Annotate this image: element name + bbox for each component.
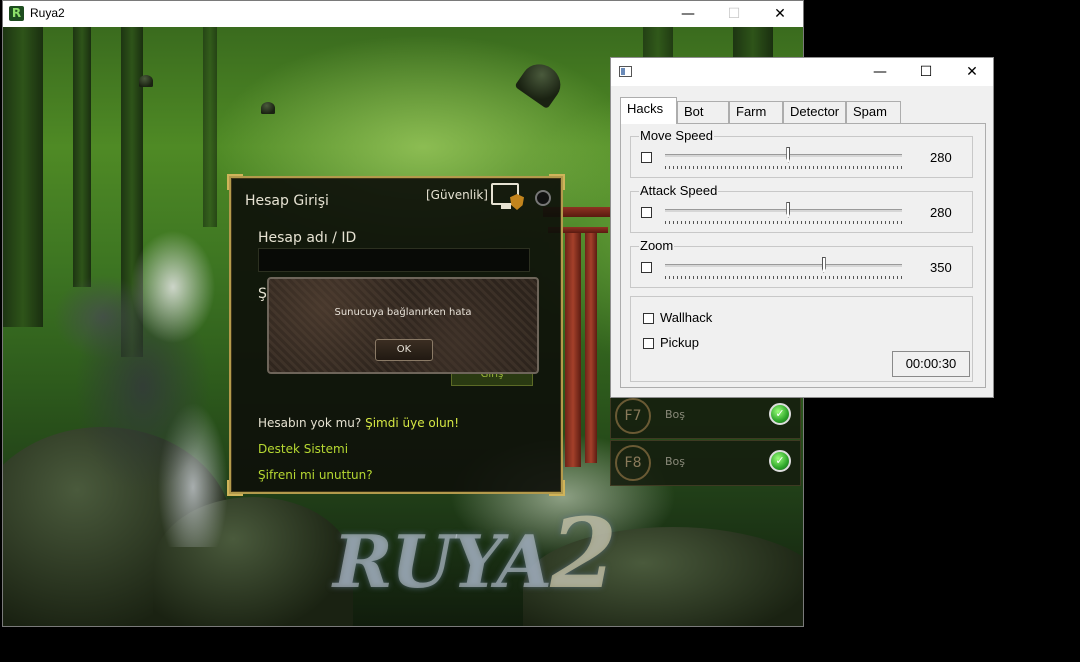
- quick-slot[interactable]: F7 Boş ✓: [610, 393, 801, 439]
- no-account-text: Hesabın yok mu?: [258, 416, 362, 430]
- panel-corner-ornament: [549, 480, 565, 496]
- wallhack-label[interactable]: Wallhack: [660, 310, 712, 325]
- attack-speed-group: Attack Speed 280: [630, 183, 973, 233]
- hacks-panel: Move Speed 280 Attack Speed 280 Zoom 350: [620, 123, 986, 388]
- floating-rock: [514, 56, 568, 110]
- game-titlebar[interactable]: R Ruya2 — ☐ ✕: [3, 1, 803, 27]
- floating-rock: [139, 75, 153, 87]
- attack-speed-slider-track[interactable]: [665, 209, 902, 212]
- move-speed-slider-track[interactable]: [665, 154, 902, 157]
- minimize-button[interactable]: —: [857, 58, 903, 86]
- torii-gate-post: [565, 227, 581, 467]
- panel-corner-ornament: [227, 174, 243, 190]
- attack-speed-slider-thumb[interactable]: [786, 202, 791, 218]
- login-title: Hesap Girişi: [245, 193, 329, 209]
- ruya-app-icon: R: [9, 6, 24, 21]
- security-label[interactable]: [Güvenlik]: [426, 188, 488, 202]
- slider-ticks: [665, 276, 902, 279]
- zoom-slider-thumb[interactable]: [821, 257, 826, 273]
- tab-bot[interactable]: Bot: [677, 101, 729, 123]
- tab-detector[interactable]: Detector: [783, 101, 846, 123]
- tab-hacks[interactable]: Hacks: [620, 97, 677, 124]
- zoom-value: 350: [930, 260, 952, 275]
- security-radio[interactable]: [535, 190, 551, 206]
- slider-ticks: [665, 166, 902, 169]
- zoom-checkbox[interactable]: [641, 262, 652, 273]
- move-speed-slider-thumb[interactable]: [786, 147, 791, 163]
- torii-gate-post: [585, 233, 597, 463]
- slot-key: F7: [615, 398, 651, 434]
- window-app-icon: [619, 66, 632, 77]
- minimize-button[interactable]: —: [665, 1, 711, 27]
- move-speed-checkbox[interactable]: [641, 152, 652, 163]
- timer-display: 00:00:30: [892, 351, 970, 377]
- ok-button[interactable]: OK: [375, 339, 433, 361]
- ruya2-logo: RUYA2: [333, 497, 617, 610]
- error-message: Sunucuya bağlanırken hata: [334, 307, 472, 318]
- quick-slot[interactable]: F8 Boş ✓: [610, 440, 801, 486]
- password-label-partial: Ş: [258, 286, 267, 302]
- window-title: Ruya2: [30, 6, 65, 20]
- account-input[interactable]: [258, 248, 530, 272]
- hack-titlebar[interactable]: — ☐ ✕: [611, 58, 993, 86]
- zoom-group: Zoom 350: [630, 238, 973, 288]
- forgot-password-link[interactable]: Şifreni mi unuttun?: [258, 468, 373, 482]
- signup-row: Hesabın yok mu? Şimdi üye olun!: [258, 416, 459, 430]
- attack-speed-checkbox[interactable]: [641, 207, 652, 218]
- check-icon[interactable]: ✓: [769, 450, 791, 472]
- slot-label: Boş: [665, 408, 686, 421]
- move-speed-value: 280: [930, 150, 952, 165]
- zoom-slider-track[interactable]: [665, 264, 902, 267]
- close-button[interactable]: ✕: [949, 58, 995, 86]
- slot-key: F8: [615, 445, 651, 481]
- options-group: Wallhack Pickup 00:00:30: [630, 296, 973, 382]
- hack-tool-window: — ☐ ✕ Hacks Bot Farm Detector Spam Move …: [610, 57, 994, 398]
- panel-corner-ornament: [549, 174, 565, 190]
- slider-ticks: [665, 221, 902, 224]
- zoom-label: Zoom: [639, 238, 675, 254]
- tab-farm[interactable]: Farm: [729, 101, 783, 123]
- account-label: Hesap adı / ID: [258, 230, 357, 246]
- attack-speed-label: Attack Speed: [639, 183, 719, 199]
- shield-icon: [510, 194, 524, 210]
- error-dialog: Sunucuya bağlanırken hata OK: [267, 277, 539, 374]
- maximize-button[interactable]: ☐: [711, 1, 757, 27]
- pickup-label[interactable]: Pickup: [660, 335, 699, 350]
- maximize-button[interactable]: ☐: [903, 58, 949, 86]
- warrior-character: [23, 167, 253, 547]
- tab-spam[interactable]: Spam: [846, 101, 901, 123]
- pickup-checkbox[interactable]: [643, 338, 654, 349]
- attack-speed-value: 280: [930, 205, 952, 220]
- floating-rock: [261, 102, 275, 114]
- check-icon[interactable]: ✓: [769, 403, 791, 425]
- signup-link[interactable]: Şimdi üye olun!: [365, 416, 459, 430]
- panel-corner-ornament: [227, 480, 243, 496]
- close-button[interactable]: ✕: [757, 1, 803, 27]
- wallhack-checkbox[interactable]: [643, 313, 654, 324]
- move-speed-label: Move Speed: [639, 128, 714, 144]
- slot-label: Boş: [665, 455, 686, 468]
- move-speed-group: Move Speed 280: [630, 128, 973, 178]
- support-link[interactable]: Destek Sistemi: [258, 442, 348, 456]
